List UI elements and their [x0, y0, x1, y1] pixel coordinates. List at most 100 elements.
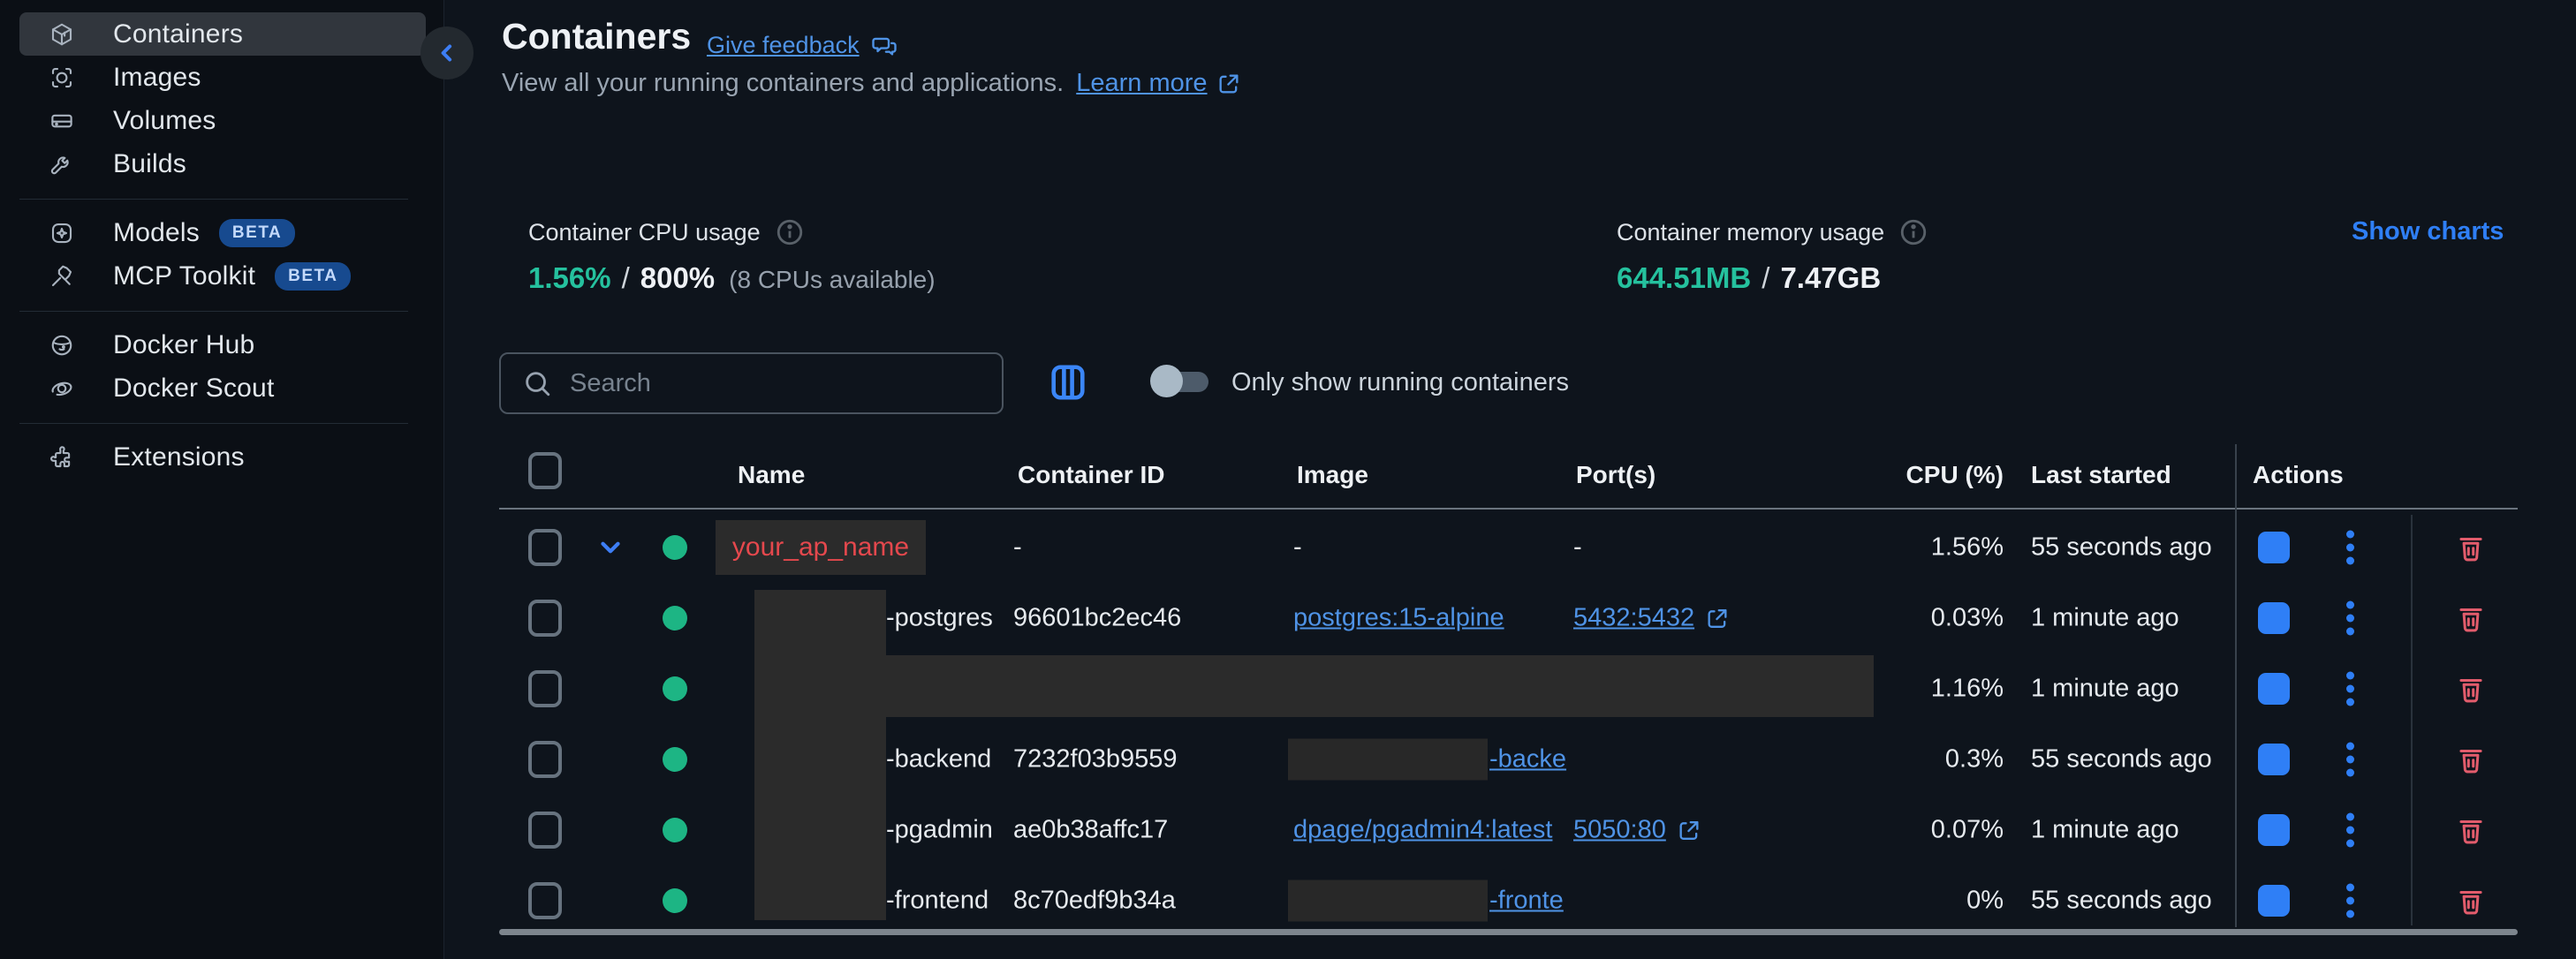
stop-button[interactable] [2258, 673, 2290, 705]
sidebar-collapse-button[interactable] [420, 26, 474, 79]
memory-usage-label-text: Container memory usage [1617, 219, 1884, 246]
kebab-menu-button[interactable] [2343, 880, 2358, 922]
kebab-menu-button[interactable] [2343, 527, 2358, 569]
delete-button[interactable] [2454, 601, 2488, 635]
sidebar-item-models[interactable]: Models BETA [19, 211, 426, 254]
delete-button[interactable] [2454, 672, 2488, 706]
kebab-menu-button[interactable] [2343, 739, 2358, 781]
trash-icon [2454, 884, 2488, 917]
row-checkbox[interactable] [528, 600, 562, 637]
last-started: 1 minute ago [2031, 604, 2179, 633]
stop-button[interactable] [2258, 744, 2290, 775]
sidebar-item-docker-hub[interactable]: Docker Hub [19, 323, 426, 366]
table-row[interactable]: your_ap_name - - - 1.56% 55 seconds ago [0, 512, 2576, 583]
kebab-menu-button[interactable] [2343, 668, 2358, 710]
running-only-toggle-label: Only show running containers [1231, 368, 1569, 397]
last-started: 1 minute ago [2031, 675, 2179, 704]
table-row[interactable]: 1.16% 1 minute ago [0, 653, 2576, 724]
cpu-usage-label: Container CPU usage [528, 217, 805, 247]
sidebar-item-label: MCP Toolkit [113, 261, 255, 291]
last-started: 55 seconds ago [2031, 887, 2212, 916]
external-link-icon[interactable] [1677, 818, 1701, 842]
sidebar-item-builds[interactable]: Builds [19, 142, 426, 185]
last-started: 55 seconds ago [2031, 745, 2212, 774]
give-feedback-link[interactable]: Give feedback [707, 32, 898, 59]
column-header-name[interactable]: Name [738, 461, 805, 489]
models-icon [49, 220, 75, 246]
cpu-value: 0.03% [1855, 604, 2004, 633]
table-row[interactable]: -postgres 96601bc2ec46 postgres:15-alpin… [0, 583, 2576, 653]
sidebar-item-volumes[interactable]: Volumes [19, 99, 426, 142]
stop-button[interactable] [2258, 532, 2290, 563]
sidebar-item-label: Docker Scout [113, 374, 274, 404]
info-icon[interactable] [1898, 217, 1928, 247]
redaction-image [1288, 739, 1488, 781]
last-started: 55 seconds ago [2031, 533, 2212, 563]
sidebar-item-docker-scout[interactable]: Docker Scout [19, 366, 426, 410]
port-link[interactable]: 5050:80 [1573, 816, 1666, 845]
sidebar-item-containers[interactable]: Containers [19, 12, 426, 56]
select-all-checkbox[interactable] [528, 452, 562, 489]
column-header-cpu[interactable]: CPU (%) [1855, 461, 2004, 489]
memory-usage-value: 644.51MB / 7.47GB [1617, 261, 1881, 295]
status-dot-running [663, 535, 687, 560]
cpu-value: 0% [1855, 887, 2004, 916]
ports-cell: 5050:80 [1573, 816, 1701, 845]
column-header-last-started[interactable]: Last started [2031, 461, 2171, 489]
horizontal-scrollbar[interactable] [499, 929, 2518, 935]
toggle-knob [1150, 365, 1183, 397]
cpu-used: 1.56% [528, 261, 611, 295]
external-link-icon[interactable] [1705, 606, 1730, 631]
stop-button[interactable] [2258, 814, 2290, 846]
builds-icon [49, 151, 75, 177]
sidebar-divider [19, 423, 408, 424]
sidebar-item-label: Models [113, 218, 200, 248]
row-checkbox[interactable] [528, 741, 562, 778]
info-icon[interactable] [775, 217, 805, 247]
port-link[interactable]: 5432:5432 [1573, 604, 1694, 633]
column-header-image[interactable]: Image [1297, 461, 1368, 489]
delete-button[interactable] [2454, 884, 2488, 917]
show-charts-link[interactable]: Show charts [2352, 217, 2504, 246]
delete-button[interactable] [2454, 531, 2488, 564]
kebab-menu-button[interactable] [2343, 598, 2358, 639]
row-checkbox[interactable] [528, 670, 562, 707]
page-subtitle: View all your running containers and app… [502, 69, 1241, 98]
row-checkbox[interactable] [528, 882, 562, 919]
beta-badge: BETA [275, 262, 351, 291]
running-only-toggle[interactable] [1150, 365, 1208, 398]
table-row[interactable]: -frontend 8c70edf9b34a -fronte 0% 55 sec… [0, 865, 2576, 936]
mcp-toolkit-icon [49, 263, 75, 290]
subtitle-text: View all your running containers and app… [502, 69, 1064, 98]
row-checkbox[interactable] [528, 529, 562, 566]
stop-button[interactable] [2258, 885, 2290, 917]
search-input[interactable] [570, 369, 981, 398]
image-link[interactable]: -fronte [1489, 887, 1564, 916]
sidebar-item-label: Images [113, 63, 201, 93]
image-link[interactable]: dpage/pgadmin4:latest [1293, 816, 1552, 845]
search-box[interactable] [499, 352, 1004, 414]
ports-cell: 5432:5432 [1573, 604, 1730, 633]
learn-more-link[interactable]: Learn more [1076, 69, 1240, 98]
expand-toggle[interactable] [595, 532, 625, 563]
table-row[interactable]: -backend 7232f03b9559 -backe 0.3% 55 sec… [0, 724, 2576, 795]
column-settings-button[interactable] [1048, 362, 1088, 403]
sidebar-item-mcp-toolkit[interactable]: MCP Toolkit BETA [19, 254, 426, 298]
sidebar-item-extensions[interactable]: Extensions [19, 435, 426, 479]
container-id: ae0b38affc17 [1013, 816, 1168, 845]
kebab-menu-button[interactable] [2343, 810, 2358, 851]
image-link[interactable]: -backe [1489, 745, 1566, 774]
stop-button[interactable] [2258, 602, 2290, 634]
sidebar-item-label: Docker Hub [113, 330, 254, 360]
delete-button[interactable] [2454, 813, 2488, 847]
sidebar-item-images[interactable]: Images [19, 56, 426, 99]
delete-button[interactable] [2454, 743, 2488, 776]
column-header-ports[interactable]: Port(s) [1576, 461, 1655, 489]
table-row[interactable]: -pgadmin ae0b38affc17 dpage/pgadmin4:lat… [0, 795, 2576, 865]
image-link[interactable]: postgres:15-alpine [1293, 604, 1504, 633]
memory-separator: / [1762, 261, 1769, 295]
cpu-value: 1.16% [1855, 675, 2004, 704]
row-checkbox[interactable] [528, 812, 562, 849]
column-header-container-id[interactable]: Container ID [1018, 461, 1164, 489]
sidebar-item-label: Containers [113, 19, 243, 49]
